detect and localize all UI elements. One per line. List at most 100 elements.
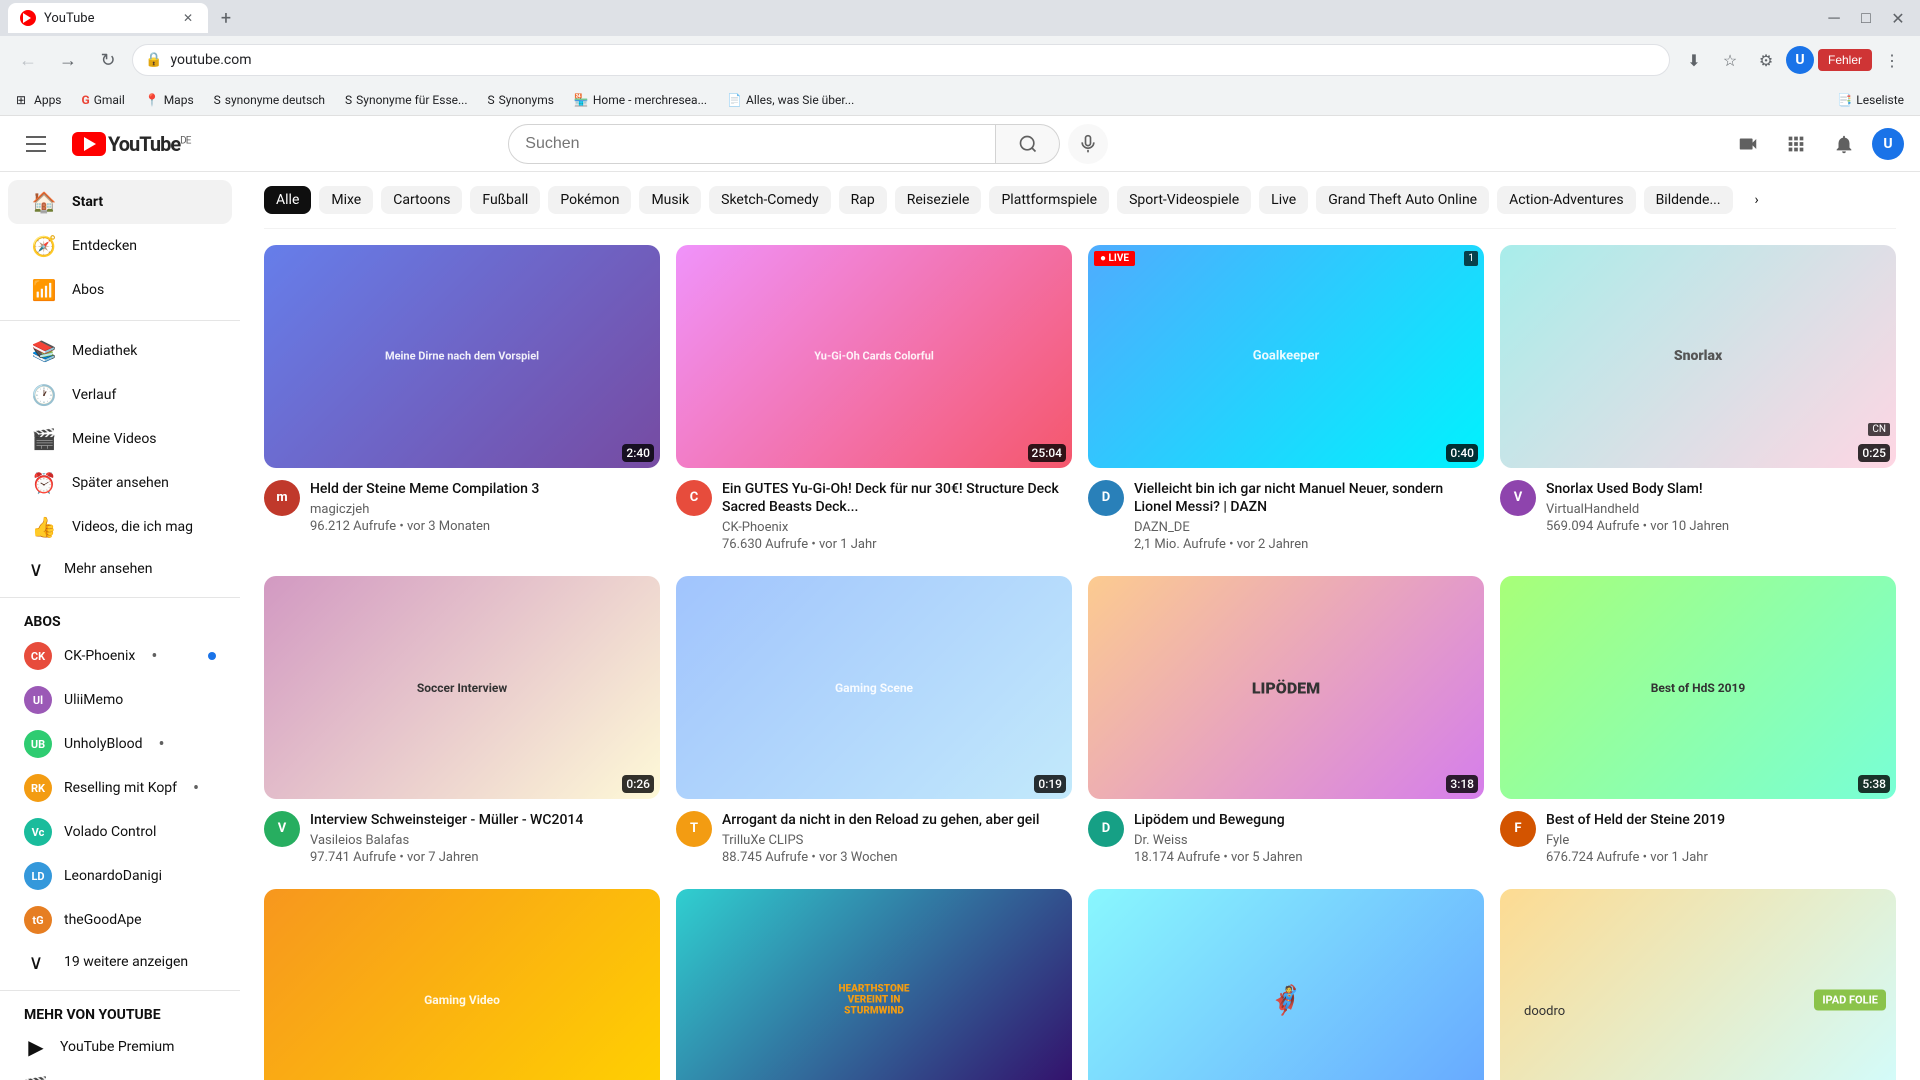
notifications-btn[interactable] (1824, 124, 1864, 164)
channel-avatar-3[interactable]: D (1088, 480, 1124, 516)
filter-chip-sketch[interactable]: Sketch-Comedy (709, 186, 831, 214)
yt-filme-item[interactable]: 🎬 Filme & Serien (0, 1067, 240, 1080)
video-card-6[interactable]: Gaming Scene 0:19 T Arrogant da nicht in… (676, 576, 1072, 873)
sub-volado[interactable]: Vc Volado Control (0, 810, 240, 854)
channel-avatar-6[interactable]: T (676, 811, 712, 847)
sidebar-item-spaeter[interactable]: ⏰ Später ansehen (8, 461, 232, 505)
video-channel-1[interactable]: magiczjeh (310, 502, 660, 517)
video-card-2[interactable]: Yu-Gi-Oh Cards Colorful 25:04 C Ein GUTE… (676, 245, 1072, 560)
video-channel-3[interactable]: DAZN_DE (1134, 520, 1484, 535)
video-channel-6[interactable]: TrilluXe CLIPS (722, 833, 1072, 848)
filter-chip-plattform[interactable]: Plattformspiele (989, 186, 1109, 214)
sidebar-item-verlauf[interactable]: 🕐 Verlauf (8, 373, 232, 417)
maximize-btn[interactable]: □ (1852, 4, 1880, 32)
video-card-8[interactable]: Best of HdS 2019 5:38 F Best of Held der… (1500, 576, 1896, 873)
yt-logo[interactable]: YouTubeDE (72, 132, 190, 156)
bookmark-maps[interactable]: 📍 Maps (137, 91, 202, 109)
filter-chip-pokemon[interactable]: Pokémon (548, 186, 631, 214)
hamburger-menu-btn[interactable] (16, 124, 56, 164)
video-card-10[interactable]: HEARTHSTONEVEREINT INSTURMWIND 8:22 (676, 889, 1072, 1080)
video-channel-2[interactable]: CK-Phoenix (722, 520, 1072, 535)
menu-icon[interactable]: ⋮ (1876, 44, 1908, 76)
sidebar-item-abos[interactable]: 📶 Abos (8, 268, 232, 312)
filter-chip-cartoons[interactable]: Cartoons (381, 186, 462, 214)
close-window-btn[interactable]: ✕ (1884, 4, 1912, 32)
url-bar[interactable]: 🔒 youtube.com (132, 44, 1670, 76)
unholyblood-dot-btn[interactable]: • (159, 734, 165, 755)
filter-chip-sport-video[interactable]: Sport-Videospiele (1117, 186, 1251, 214)
bookmark-apps[interactable]: ⊞ Apps (8, 91, 70, 109)
sidebar-item-liked[interactable]: 👍 Videos, die ich mag (8, 505, 232, 549)
minimize-btn[interactable]: ─ (1820, 4, 1848, 32)
filter-chip-mixe[interactable]: Mixe (319, 186, 373, 214)
bookmark-synonyme-esse[interactable]: S Synonyme für Esse... (337, 91, 475, 109)
refresh-btn[interactable]: ↻ (92, 44, 124, 76)
video-card-3[interactable]: ● LIVE 1 Goalkeeper 0:40 D Vielleicht bi… (1088, 245, 1484, 560)
sub-leonardo[interactable]: LD LeonardoDanigi (0, 854, 240, 898)
video-card-7[interactable]: LIPÖDEM 3:18 D Lipödem und Bewegung Dr. … (1088, 576, 1484, 873)
reading-list-btn[interactable]: 📑 Leseliste (1829, 91, 1912, 109)
ck-phoenix-dot-btn[interactable]: • (151, 646, 157, 667)
apps-grid-btn[interactable] (1776, 124, 1816, 164)
new-tab-btn[interactable]: + (212, 4, 240, 32)
filter-chip-musik[interactable]: Musik (639, 186, 701, 214)
filter-next-arrow[interactable]: › (1741, 184, 1773, 216)
filter-chip-live[interactable]: Live (1259, 186, 1308, 214)
video-channel-7[interactable]: Dr. Weiss (1134, 833, 1484, 848)
video-card-1[interactable]: Meine Dirne nach dem Vorspiel 2:40 m Hel… (264, 245, 660, 560)
download-icon[interactable]: ⬇ (1678, 44, 1710, 76)
filter-chip-rap[interactable]: Rap (839, 186, 887, 214)
bookmark-synonyms[interactable]: S Synonyms (480, 91, 562, 109)
bookmark-synonyme-de[interactable]: S synonyme deutsch (206, 91, 333, 109)
user-avatar[interactable]: U (1872, 128, 1904, 160)
sub-reselling[interactable]: RK Reselling mit Kopf • (0, 766, 240, 810)
filter-chip-fussball[interactable]: Fußball (470, 186, 540, 214)
video-channel-8[interactable]: Fyle (1546, 833, 1896, 848)
sub-uliimemo[interactable]: Ul UliiMemo (0, 678, 240, 722)
channel-avatar-5[interactable]: V (264, 811, 300, 847)
filter-chip-action[interactable]: Action-Adventures (1497, 186, 1635, 214)
reselling-dot-btn[interactable]: • (193, 778, 199, 799)
show-more-subs-btn[interactable]: ∨ 19 weitere anzeigen (0, 942, 240, 982)
sub-unholyblood[interactable]: UB UnholyBlood • (0, 722, 240, 766)
channel-avatar-7[interactable]: D (1088, 811, 1124, 847)
video-card-11[interactable]: 🦸 6:11 (1088, 889, 1484, 1080)
video-card-4[interactable]: CN Snorlax 0:25 V Snorlax Used Body Slam… (1500, 245, 1896, 560)
search-btn[interactable] (996, 124, 1060, 164)
mic-btn[interactable] (1068, 124, 1108, 164)
filter-chip-bildende[interactable]: Bildende... (1644, 186, 1733, 214)
filter-chip-reise[interactable]: Reiseziele (895, 186, 982, 214)
sub-thegoodape[interactable]: tG theGoodApe (0, 898, 240, 942)
bookmark-gmail[interactable]: G Gmail (74, 91, 133, 109)
show-more-btn[interactable]: ∨ Mehr ansehen (0, 549, 240, 589)
yt-premium-item[interactable]: ▶ YouTube Premium (0, 1027, 240, 1067)
search-input[interactable] (508, 124, 996, 164)
video-card-9[interactable]: Gaming Video 12:34 (264, 889, 660, 1080)
sidebar-item-home[interactable]: 🏠 Start (8, 180, 232, 224)
video-channel-5[interactable]: Vasileios Balafas (310, 833, 660, 848)
filter-chip-alle[interactable]: Alle (264, 186, 311, 214)
video-card-5[interactable]: Soccer Interview 0:26 V Interview Schwei… (264, 576, 660, 873)
sidebar-item-meine-videos[interactable]: 🎬 Meine Videos (8, 417, 232, 461)
sidebar-item-mediathek[interactable]: 📚 Mediathek (8, 329, 232, 373)
bookmark-star-icon[interactable]: ☆ (1714, 44, 1746, 76)
sub-ck-phoenix[interactable]: CK CK-Phoenix • (0, 634, 240, 678)
tab-close-btn[interactable]: ✕ (180, 10, 196, 26)
channel-avatar-4[interactable]: V (1500, 480, 1536, 516)
forward-btn[interactable]: → (52, 44, 84, 76)
create-video-btn[interactable] (1728, 124, 1768, 164)
back-btn[interactable]: ← (12, 44, 44, 76)
channel-avatar-1[interactable]: m (264, 480, 300, 516)
video-channel-4[interactable]: VirtualHandheld (1546, 502, 1896, 517)
active-tab[interactable]: YouTube ✕ (8, 3, 208, 33)
filter-chip-gta[interactable]: Grand Theft Auto Online (1316, 186, 1489, 214)
sidebar-item-entdecken[interactable]: 🧭 Entdecken (8, 224, 232, 268)
extension-icon[interactable]: ⚙ (1750, 44, 1782, 76)
profile-icon[interactable]: U (1786, 46, 1814, 74)
video-card-12[interactable]: IPAD FOLIE doodro 4:05 (1500, 889, 1896, 1080)
channel-avatar-8[interactable]: F (1500, 811, 1536, 847)
bookmark-merch[interactable]: 🏪 Home - merchresea... (566, 91, 715, 109)
channel-avatar-2[interactable]: C (676, 480, 712, 516)
error-btn[interactable]: Fehler (1818, 49, 1872, 71)
bookmark-alles[interactable]: 📄 Alles, was Sie über... (719, 91, 862, 109)
